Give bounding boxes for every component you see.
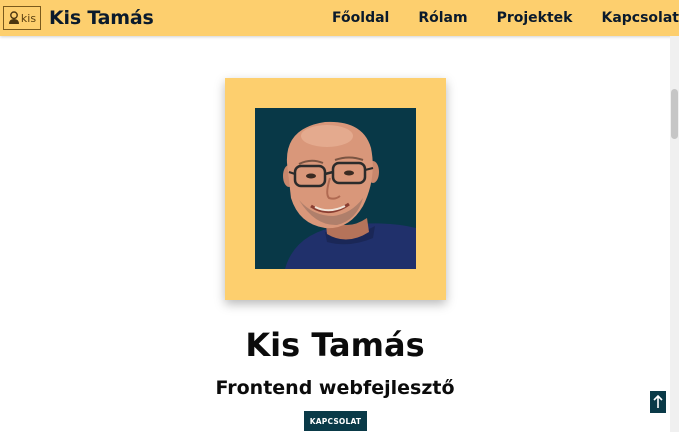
contact-button[interactable]: KAPCSOLAT: [304, 411, 367, 431]
profile-photo-frame: [225, 78, 446, 300]
nav-link-about[interactable]: Rólam: [418, 10, 467, 26]
arrow-up-icon: [653, 395, 663, 408]
page-scrollbar[interactable]: [670, 36, 679, 432]
top-navbar: kis Kis Tamás Főoldal Rólam Projektek Ka…: [0, 0, 679, 36]
logo[interactable]: kis: [3, 6, 41, 30]
back-to-top-button[interactable]: [650, 391, 666, 413]
scrollbar-thumb[interactable]: [671, 89, 678, 139]
nav-link-home[interactable]: Főoldal: [332, 10, 389, 26]
nav-link-contact[interactable]: Kapcsolat: [601, 10, 679, 26]
logo-text: kis: [20, 11, 37, 25]
brand[interactable]: kis Kis Tamás: [3, 4, 154, 32]
brand-name[interactable]: Kis Tamás: [49, 7, 154, 29]
person-icon: [8, 11, 19, 24]
nav-link-projects[interactable]: Projektek: [497, 10, 573, 26]
profile-photo: [255, 108, 416, 269]
nav-menu: Főoldal Rólam Projektek Kapcsolat: [303, 0, 679, 36]
hero-name: Kis Tamás: [245, 326, 425, 364]
hero-subtitle: Frontend webfejlesztő: [215, 377, 455, 399]
